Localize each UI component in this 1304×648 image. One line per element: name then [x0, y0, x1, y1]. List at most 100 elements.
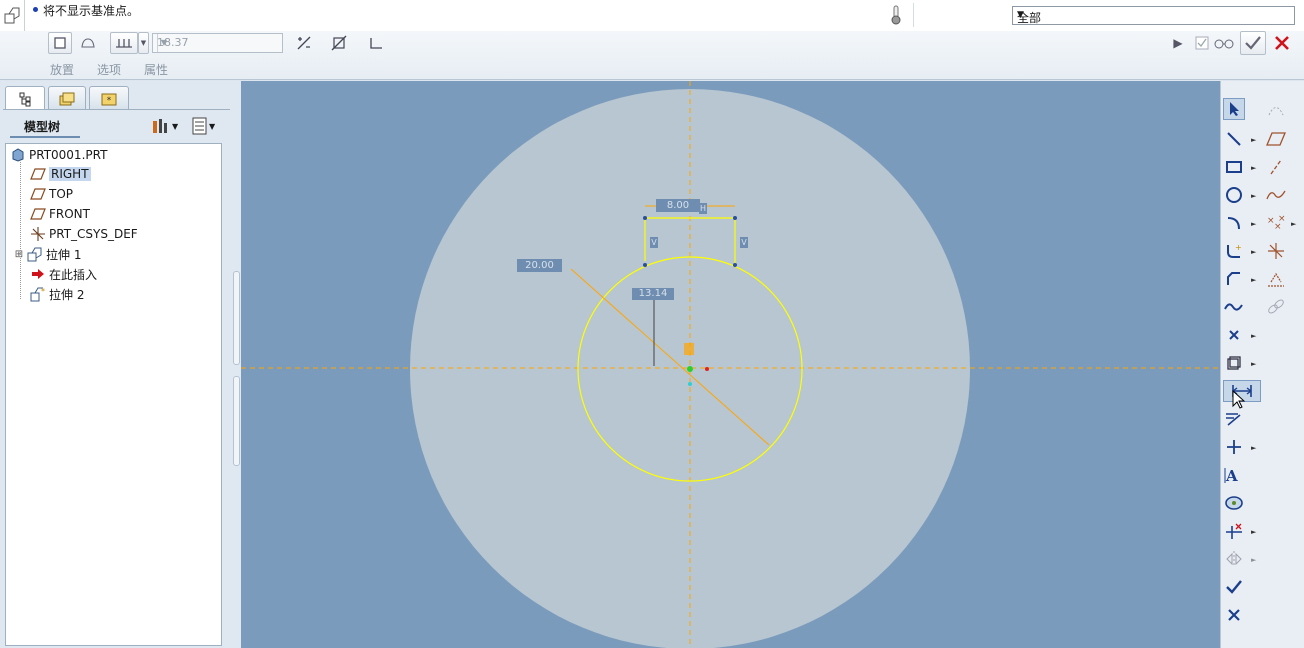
chamfer-icon[interactable] [1223, 268, 1245, 290]
circle-flyout-arrow[interactable]: ► [1251, 192, 1256, 200]
plane-icon[interactable] [1265, 128, 1287, 150]
datum-plane-icon [30, 187, 46, 201]
tree-item-insert-here[interactable]: 在此插入 [30, 265, 97, 283]
tree-item-root[interactable]: PRT0001.PRT [10, 146, 107, 164]
svg-text:×: × [1278, 215, 1286, 224]
message-divider-2 [913, 3, 914, 27]
verify-checkbox[interactable] [1190, 32, 1214, 54]
surface-button[interactable] [76, 32, 100, 54]
dim-diameter-label[interactable]: 20.00 [517, 259, 562, 272]
fillet-icon[interactable]: + [1223, 240, 1245, 262]
dim-top-label[interactable]: 8.00 [656, 199, 700, 212]
depth-option-button[interactable] [110, 32, 138, 54]
panel-splitter[interactable] [232, 81, 241, 648]
constraint-flyout-arrow[interactable]: ► [1251, 444, 1256, 452]
palette-icon[interactable] [1223, 492, 1245, 514]
tree-item-top[interactable]: TOP [30, 185, 73, 203]
model-tree-title: 模型树 [24, 120, 61, 134]
tree-settings-button[interactable]: ▼ [150, 116, 184, 136]
datum-plane-icon [30, 167, 46, 181]
remove-material-button[interactable] [327, 32, 351, 54]
fillet-flyout-arrow[interactable]: ► [1251, 248, 1256, 256]
splitter-grip-bottom[interactable] [233, 376, 240, 466]
extrude-icon: * [30, 287, 46, 302]
chain-icon[interactable] [1265, 296, 1287, 318]
rectangle-flyout-arrow[interactable]: ► [1251, 164, 1256, 172]
center-point [687, 366, 693, 372]
feature-icon [4, 6, 20, 24]
datum-point-icon[interactable]: × × × [1265, 212, 1287, 234]
tree-item-label: PRT_CSYS_DEF [49, 227, 138, 241]
tab-options[interactable]: 选项 [97, 61, 121, 78]
vertex-point [643, 216, 647, 220]
circle-icon[interactable] [1223, 184, 1245, 206]
tree-item-front[interactable]: FRONT [30, 205, 90, 223]
solid-button[interactable] [48, 32, 72, 54]
depth-value-field[interactable]: 18.37 ▼ [152, 33, 283, 53]
part-icon [10, 148, 26, 162]
tab-folder-browser[interactable] [48, 86, 86, 110]
select-arrow-icon[interactable] [1223, 98, 1245, 120]
trim-flyout-arrow[interactable]: ► [1251, 528, 1256, 536]
rectangle-icon[interactable] [1223, 156, 1245, 178]
line-icon[interactable] [1223, 128, 1245, 150]
constraint-v-label-right: V [740, 237, 748, 248]
tab-model-tree[interactable] [5, 86, 45, 110]
mirror-icon[interactable] [1223, 548, 1245, 570]
arc-flyout-arrow[interactable]: ► [1251, 220, 1256, 228]
tree-item-extrude-1[interactable]: ⊞ 拉伸 1 [14, 245, 81, 263]
modify-icon[interactable] [1223, 408, 1245, 430]
tree-item-right[interactable]: RIGHT [30, 165, 91, 183]
csys-icon [30, 227, 46, 241]
curve-icon[interactable] [1265, 184, 1287, 206]
preview-glasses-button[interactable] [1212, 32, 1236, 54]
text-icon[interactable]: A [1223, 464, 1245, 486]
constraint-marker [684, 343, 694, 355]
dim-vertical-label[interactable]: 13.14 [632, 288, 674, 300]
cancel-x-button[interactable] [1270, 32, 1294, 54]
tree-item-label: 拉伸 1 [46, 247, 82, 262]
tab-favorites[interactable]: * [89, 86, 129, 110]
spline-icon[interactable] [1223, 296, 1245, 318]
vertex-point [733, 263, 737, 267]
construction-icon[interactable] [1265, 99, 1287, 121]
offset-icon[interactable] [1223, 352, 1245, 374]
accept-check-button[interactable] [1240, 31, 1266, 55]
chevron-down-icon: ▼ [209, 121, 216, 131]
accept-check-icon[interactable] [1223, 576, 1245, 598]
constraint-icon[interactable] [1223, 436, 1245, 458]
message-bar: 将不显示基准点。 全部 ▼ [0, 0, 1304, 58]
tree-item-label: PRT0001.PRT [29, 148, 108, 162]
pause-play-button[interactable]: ▶ [1166, 32, 1190, 54]
tree-item-csys[interactable]: PRT_CSYS_DEF [30, 225, 138, 243]
offset-flyout-arrow[interactable]: ► [1251, 360, 1256, 368]
point-icon[interactable] [1223, 324, 1245, 346]
sketch-canvas[interactable] [241, 81, 1220, 648]
arc-icon[interactable] [1223, 212, 1245, 234]
tab-placement[interactable]: 放置 [50, 61, 74, 78]
navigator-tab-line [3, 109, 230, 110]
trim-icon[interactable] [1223, 520, 1245, 542]
csys-tool-icon[interactable] [1265, 240, 1287, 262]
depth-option-dropdown[interactable]: ▼ [138, 32, 149, 54]
dim-diameter-value: 20.00 [525, 260, 554, 271]
line-flyout-arrow[interactable]: ► [1251, 136, 1256, 144]
point-flyout-arrow[interactable]: ► [1251, 332, 1256, 340]
graphics-window[interactable]: 8.00 H V V 20.00 13.14 [241, 81, 1220, 648]
splitter-grip-top[interactable] [233, 271, 240, 365]
csys-point [688, 382, 692, 386]
cancel-x-icon[interactable] [1223, 604, 1245, 626]
tree-show-button[interactable]: ▼ [191, 116, 225, 136]
mirror-flyout-arrow[interactable]: ► [1251, 556, 1256, 564]
datum-point-flyout-arrow[interactable]: ► [1291, 220, 1296, 228]
flip-direction-button[interactable] [292, 32, 316, 54]
tree-item-label: FRONT [49, 207, 90, 221]
tree-item-extrude-2[interactable]: * 拉伸 2 [30, 285, 84, 303]
thicken-button[interactable] [364, 32, 388, 54]
filter-select[interactable]: 全部 ▼ [1012, 6, 1295, 25]
model-tree-underline [10, 136, 80, 138]
tab-properties[interactable]: 属性 [144, 61, 168, 78]
axis-icon[interactable] [1265, 156, 1287, 178]
chamfer-flyout-arrow[interactable]: ► [1251, 276, 1256, 284]
analysis-icon[interactable] [1265, 268, 1287, 290]
